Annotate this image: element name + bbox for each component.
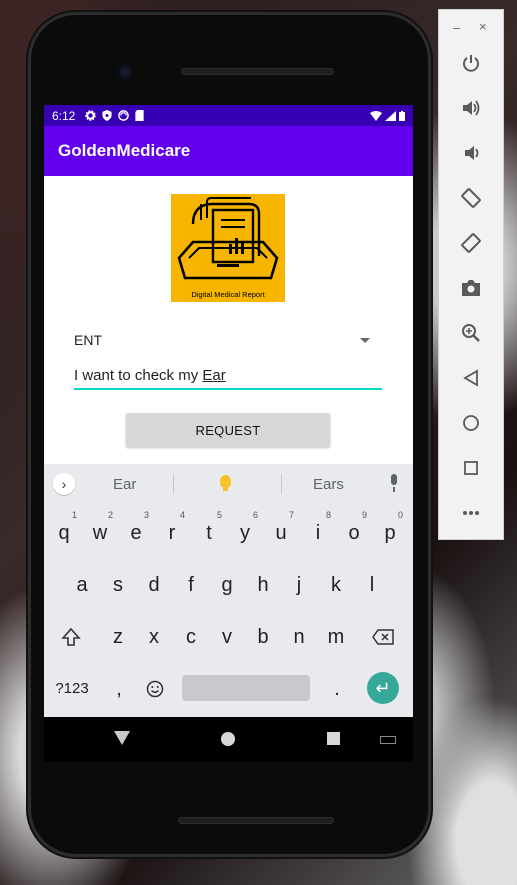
key-row-4: ?123 , . ↵ — [44, 668, 413, 717]
microphone-icon[interactable] — [391, 474, 397, 492]
key-t[interactable]: t5 — [194, 510, 224, 554]
suggestion-divider — [173, 474, 174, 494]
emulator-window-controls: – × — [439, 10, 503, 44]
request-text-input[interactable]: I want to check my Ear — [74, 362, 382, 390]
key-j[interactable]: j — [284, 564, 314, 606]
wifi-icon — [370, 110, 382, 121]
key-e[interactable]: e3 — [121, 510, 151, 554]
input-composing-word: Ear — [202, 366, 226, 384]
backspace-icon[interactable] — [368, 616, 398, 658]
comma-key[interactable]: , — [104, 668, 134, 710]
suggestion-2[interactable]: Ears — [313, 476, 344, 493]
key-r[interactable]: r4 — [157, 510, 187, 554]
medical-report-logo: Digital Medical Report — [171, 194, 285, 302]
key-d[interactable]: d — [139, 564, 169, 606]
logo-caption: Digital Medical Report — [191, 290, 265, 299]
key-x[interactable]: x — [139, 616, 169, 658]
key-f[interactable]: f — [176, 564, 206, 606]
zoom-icon[interactable] — [458, 320, 484, 346]
volume-down-icon[interactable] — [458, 140, 484, 166]
key-u[interactable]: u7 — [266, 510, 296, 554]
suggestion-strip: › Ear Ears — [44, 464, 413, 504]
department-spinner[interactable]: ENT — [74, 326, 372, 354]
navigation-bar — [44, 717, 413, 762]
key-row-2: a s d f g h j k l — [44, 564, 413, 614]
key-m[interactable]: m — [321, 616, 351, 658]
key-k[interactable]: k — [321, 564, 351, 606]
key-i[interactable]: i8 — [303, 510, 333, 554]
notification-icons — [85, 110, 144, 121]
close-button[interactable]: × — [479, 19, 487, 34]
back-icon[interactable] — [458, 365, 484, 391]
chevron-right-icon[interactable]: › — [53, 473, 75, 495]
key-row-1: q1 w2 e3 r4 t5 y6 u7 i8 o9 p0 — [44, 510, 413, 562]
system-icons — [370, 110, 405, 121]
sd-card-icon — [135, 110, 144, 121]
key-q[interactable]: q1 — [49, 510, 79, 554]
key-v[interactable]: v — [212, 616, 242, 658]
key-row-3: z x c v b n m — [44, 616, 413, 666]
rotate-left-icon[interactable] — [458, 185, 484, 211]
power-icon[interactable] — [458, 50, 484, 76]
front-camera — [117, 64, 133, 80]
key-l[interactable]: l — [357, 564, 387, 606]
keyboard-switch-icon[interactable] — [380, 736, 396, 744]
report-document-icon — [177, 197, 279, 280]
nav-overview-icon[interactable] — [327, 732, 340, 745]
camera-icon[interactable] — [458, 275, 484, 301]
period-key[interactable]: . — [322, 668, 352, 710]
rotate-right-icon[interactable] — [458, 230, 484, 256]
minimize-button[interactable]: – — [453, 20, 460, 35]
shield-icon — [102, 110, 112, 121]
sync-icon — [118, 110, 130, 121]
app-title: GoldenMedicare — [58, 141, 191, 160]
key-y[interactable]: y6 — [230, 510, 260, 554]
status-bar: 6:12 — [44, 105, 413, 126]
more-icon[interactable] — [458, 500, 484, 526]
suggestion-1[interactable]: Ear — [113, 476, 136, 493]
earpiece-speaker — [181, 68, 334, 75]
volume-up-icon[interactable] — [458, 95, 484, 121]
dropdown-arrow-icon — [360, 338, 370, 343]
key-s[interactable]: s — [103, 564, 133, 606]
input-text: I want to check my — [74, 366, 203, 384]
request-button[interactable]: REQUEST — [126, 413, 330, 447]
emulator-toolbar: – × — [439, 10, 503, 539]
suggestion-divider — [281, 474, 282, 494]
settings-icon — [85, 110, 97, 121]
key-n[interactable]: n — [284, 616, 314, 658]
bottom-speaker — [178, 817, 334, 824]
main-content: Digital Medical Report ENT I want to che… — [44, 176, 413, 447]
key-w[interactable]: w2 — [85, 510, 115, 554]
overview-icon[interactable] — [458, 455, 484, 481]
key-h[interactable]: h — [248, 564, 278, 606]
app-bar: GoldenMedicare — [44, 126, 413, 176]
key-p[interactable]: p0 — [375, 510, 405, 554]
soft-keyboard: › Ear Ears q1 w2 e3 r4 t5 y6 u7 i8 o9 p0… — [44, 464, 413, 717]
space-bar[interactable] — [182, 675, 310, 701]
emoji-icon[interactable] — [140, 668, 170, 710]
status-time: 6:12 — [52, 108, 76, 123]
device-screen: 6:12 GoldenMedicare Digital Medical Repo… — [44, 105, 413, 717]
lightbulb-icon[interactable] — [220, 475, 231, 491]
key-b[interactable]: b — [248, 616, 278, 658]
key-c[interactable]: c — [176, 616, 206, 658]
key-a[interactable]: a — [67, 564, 97, 606]
nav-home-icon[interactable] — [221, 732, 235, 746]
shift-icon[interactable] — [56, 616, 86, 658]
enter-icon[interactable]: ↵ — [367, 672, 399, 704]
key-o[interactable]: o9 — [339, 510, 369, 554]
key-z[interactable]: z — [103, 616, 133, 658]
key-g[interactable]: g — [212, 564, 242, 606]
home-icon[interactable] — [458, 410, 484, 436]
symbols-key[interactable]: ?123 — [52, 668, 92, 710]
battery-icon — [399, 110, 405, 121]
spinner-value: ENT — [74, 332, 102, 348]
signal-icon — [385, 110, 396, 121]
